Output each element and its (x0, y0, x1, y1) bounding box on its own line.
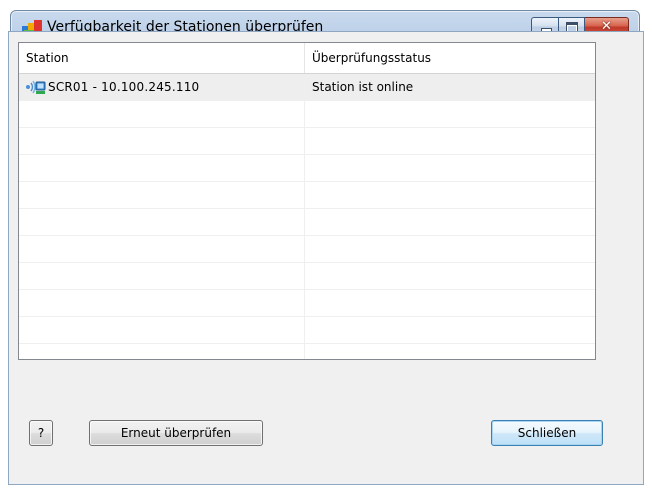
station-list[interactable]: Station Überprüfungsstatus SCR01 - 10.10… (18, 42, 596, 360)
help-button[interactable]: ? (29, 420, 53, 446)
cell-status (305, 290, 595, 316)
table-row[interactable] (19, 101, 595, 128)
table-row[interactable] (19, 290, 595, 317)
table-row[interactable] (19, 128, 595, 155)
cell-station (19, 182, 305, 208)
cell-station (19, 236, 305, 262)
column-header-status[interactable]: Überprüfungsstatus (305, 43, 595, 73)
list-rows: SCR01 - 10.100.245.110 Station ist online (19, 74, 595, 359)
cell-status (305, 209, 595, 235)
table-row[interactable] (19, 344, 595, 359)
table-row[interactable] (19, 182, 595, 209)
close-button[interactable]: Schließen (491, 420, 603, 446)
cell-station (19, 317, 305, 343)
recheck-button[interactable]: Erneut überprüfen (89, 420, 263, 446)
table-row[interactable] (19, 209, 595, 236)
cell-station (19, 155, 305, 181)
cell-station (19, 344, 305, 359)
cell-status (305, 236, 595, 262)
list-header: Station Überprüfungsstatus (19, 43, 595, 74)
cell-station (19, 209, 305, 235)
cell-status (305, 155, 595, 181)
cell-status (305, 317, 595, 343)
cell-status (305, 128, 595, 154)
cell-station (19, 101, 305, 127)
cell-status (305, 182, 595, 208)
table-row[interactable] (19, 155, 595, 182)
column-header-station[interactable]: Station (19, 43, 305, 73)
cell-status: Station ist online (312, 80, 414, 94)
cell-station: SCR01 - 10.100.245.110 (19, 74, 305, 100)
network-station-icon (26, 80, 46, 94)
table-row[interactable]: SCR01 - 10.100.245.110 Station ist online (19, 74, 595, 101)
table-row[interactable] (19, 263, 595, 290)
cell-status (305, 263, 595, 289)
cell-status (305, 101, 595, 127)
cell-station (19, 128, 305, 154)
cell-station (19, 263, 305, 289)
cell-status (305, 344, 595, 359)
table-row[interactable] (19, 236, 595, 263)
table-row[interactable] (19, 317, 595, 344)
station-name: SCR01 - 10.100.245.110 (48, 80, 200, 94)
cell-station (19, 290, 305, 316)
